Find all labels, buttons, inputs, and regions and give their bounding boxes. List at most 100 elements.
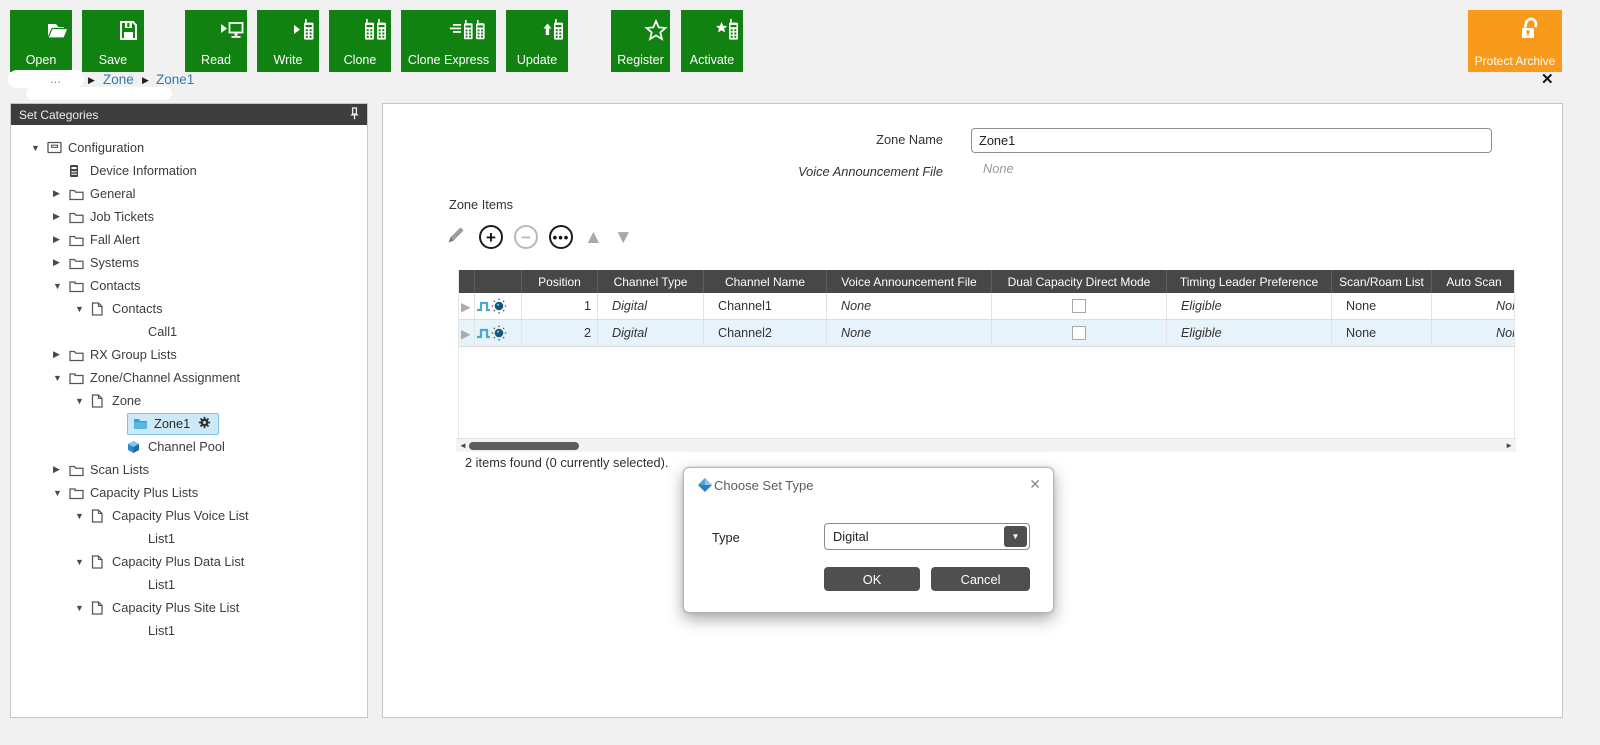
sidebar-item-capacity-plus-lists[interactable]: Capacity Plus Lists <box>11 481 367 504</box>
sidebar-item-site-list1[interactable]: List1 <box>11 619 367 642</box>
header-channel-type[interactable]: Channel Type <box>598 270 704 293</box>
expander-icon[interactable] <box>31 143 47 153</box>
expander-icon[interactable] <box>53 464 69 475</box>
zone-name-input[interactable] <box>971 128 1492 153</box>
sidebar-item-configuration[interactable]: Configuration <box>11 136 367 159</box>
header-timing-leader-preference[interactable]: Timing Leader Preference <box>1167 270 1332 293</box>
sidebar-item-capacity-plus-site-list[interactable]: Capacity Plus Site List <box>11 596 367 619</box>
expander-icon[interactable] <box>75 603 91 613</box>
breadcrumb-arrow-icon: ▶ <box>142 75 149 86</box>
sidebar-item-call1[interactable]: Call1 <box>11 320 367 343</box>
scrollbar-thumb[interactable] <box>469 442 579 450</box>
breadcrumb-zone1[interactable]: Zone1 <box>156 72 194 87</box>
save-button[interactable]: Save <box>82 10 144 72</box>
header-position[interactable]: Position <box>522 270 598 293</box>
set-categories-title: Set Categories <box>19 108 98 122</box>
type-label: Type <box>712 530 740 545</box>
page-icon <box>91 302 109 316</box>
edit-pencil-icon[interactable] <box>445 223 468 251</box>
expander-icon[interactable] <box>53 211 69 222</box>
sidebar-item-rx-group-lists[interactable]: RX Group Lists <box>11 343 367 366</box>
folder-icon <box>69 463 87 477</box>
sidebar-item-data-list1[interactable]: List1 <box>11 573 367 596</box>
chevron-down-icon[interactable]: ▼ <box>1004 526 1027 547</box>
cell-dual-capacity <box>992 320 1167 346</box>
protect-archive-button[interactable]: Protect Archive <box>1468 10 1562 72</box>
read-button[interactable]: Read <box>185 10 247 72</box>
horizontal-scrollbar[interactable]: ◄ ► <box>456 438 1516 452</box>
sidebar-item-voice-list1[interactable]: List1 <box>11 527 367 550</box>
clone-button[interactable]: Clone <box>329 10 391 72</box>
table-row[interactable]: ▶ 1 Digital Channel1 None Eligible None … <box>459 293 1515 320</box>
breadcrumb-zone[interactable]: Zone <box>103 72 134 87</box>
zone-editor-panel: Zone Name Voice Announcement File None Z… <box>382 103 1563 718</box>
sidebar-item-contacts-folder[interactable]: Contacts <box>11 274 367 297</box>
sidebar-item-capacity-plus-voice-list[interactable]: Capacity Plus Voice List <box>11 504 367 527</box>
cell-channel-name: Channel2 <box>704 320 827 346</box>
dialog-title: Choose Set Type <box>714 478 814 493</box>
cancel-button[interactable]: Cancel <box>931 567 1030 591</box>
move-up-icon[interactable]: ▲ <box>584 228 603 247</box>
sidebar-item-zone-set[interactable]: Zone <box>11 389 367 412</box>
cell-channel-type: Digital <box>598 320 704 346</box>
expander-icon[interactable] <box>75 511 91 521</box>
more-actions-button[interactable]: ••• <box>549 225 573 249</box>
sidebar-item-systems[interactable]: Systems <box>11 251 367 274</box>
close-icon[interactable]: ✕ <box>1541 70 1554 88</box>
dual-capacity-checkbox[interactable] <box>1072 326 1086 340</box>
cell-auto-scan: None <box>1432 293 1515 319</box>
sidebar-item-contacts-set[interactable]: Contacts <box>11 297 367 320</box>
voice-announcement-file-label: Voice Announcement File <box>683 164 943 179</box>
header-channel-name[interactable]: Channel Name <box>704 270 827 293</box>
header-auto-scan[interactable]: Auto Scan <box>1432 270 1515 293</box>
set-type-dropdown[interactable]: Digital ▼ <box>824 523 1030 550</box>
expander-icon[interactable] <box>53 373 69 383</box>
sidebar-item-channel-pool[interactable]: Channel Pool <box>11 435 367 458</box>
register-button[interactable]: Register <box>611 10 670 72</box>
sidebar-item-fall-alert[interactable]: Fall Alert <box>11 228 367 251</box>
open-button[interactable]: Open <box>10 10 72 72</box>
expander-icon[interactable] <box>75 396 91 406</box>
expander-icon[interactable] <box>53 234 69 245</box>
sidebar-item-zone-channel-assignment[interactable]: Zone/Channel Assignment <box>11 366 367 389</box>
expander-icon[interactable] <box>53 281 69 291</box>
expander-icon[interactable] <box>53 488 69 498</box>
folder-icon <box>69 279 87 293</box>
ok-button[interactable]: OK <box>824 567 920 591</box>
header-dual-capacity-direct-mode[interactable]: Dual Capacity Direct Mode <box>992 270 1167 293</box>
sidebar-item-job-tickets[interactable]: Job Tickets <box>11 205 367 228</box>
breadcrumb-ellipsis[interactable]: ... <box>50 71 61 86</box>
sidebar-item-general[interactable]: General <box>11 182 367 205</box>
remove-item-button[interactable]: − <box>514 225 538 249</box>
sidebar-item-scan-lists[interactable]: Scan Lists <box>11 458 367 481</box>
header-voice-announcement-file[interactable]: Voice Announcement File <box>827 270 992 293</box>
write-button[interactable]: Write <box>257 10 319 72</box>
add-item-button[interactable]: + <box>479 225 503 249</box>
dual-capacity-checkbox[interactable] <box>1072 299 1086 313</box>
expander-icon[interactable] <box>75 304 91 314</box>
cell-auto-scan: None <box>1432 320 1515 346</box>
move-down-icon[interactable]: ▼ <box>614 228 633 247</box>
scroll-left-icon[interactable]: ◄ <box>459 441 467 450</box>
clone-express-button[interactable]: Clone Express <box>401 10 496 72</box>
blue-folder-icon <box>133 417 151 430</box>
expander-icon[interactable] <box>53 349 69 360</box>
dialog-close-icon[interactable]: ✕ <box>1029 476 1041 493</box>
header-scan-roam-list[interactable]: Scan/Roam List <box>1332 270 1432 293</box>
activate-button[interactable]: Activate <box>681 10 743 72</box>
scroll-right-icon[interactable]: ► <box>1505 441 1513 450</box>
redaction-blob <box>8 70 84 88</box>
update-button[interactable]: Update <box>506 10 568 72</box>
selected-item-highlight[interactable]: Zone1 <box>127 413 219 435</box>
expander-icon[interactable] <box>53 257 69 268</box>
table-row[interactable]: ▶ 2 Digital Channel2 None Eligible None … <box>459 320 1515 347</box>
expander-icon[interactable] <box>53 188 69 199</box>
gear-icon[interactable] <box>198 416 211 432</box>
pin-icon[interactable] <box>350 107 359 123</box>
sidebar-item-zone1[interactable]: Zone1 <box>11 412 367 435</box>
row-expander-icon[interactable]: ▶ <box>459 293 475 319</box>
sidebar-item-device-information[interactable]: Device Information <box>11 159 367 182</box>
expander-icon[interactable] <box>75 557 91 567</box>
row-expander-icon[interactable]: ▶ <box>459 320 475 346</box>
sidebar-item-capacity-plus-data-list[interactable]: Capacity Plus Data List <box>11 550 367 573</box>
